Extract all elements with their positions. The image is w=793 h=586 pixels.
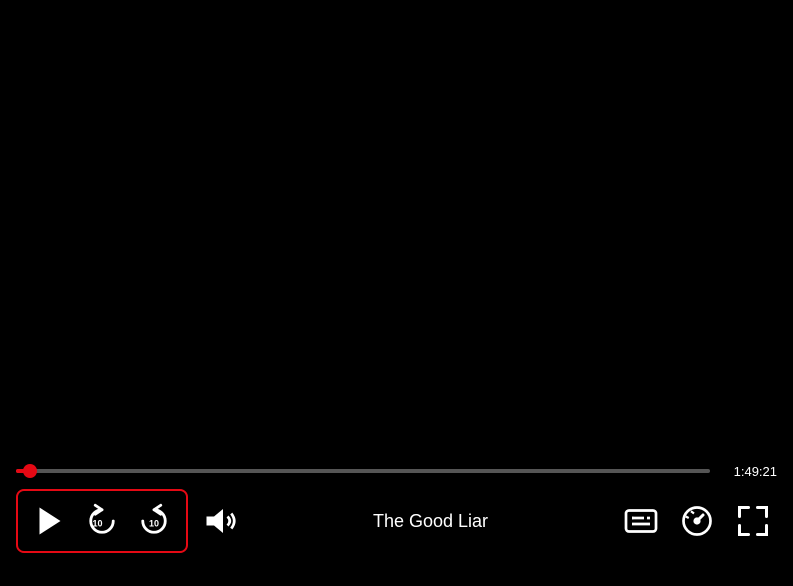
progress-container: 1:49:21 <box>0 456 793 486</box>
fullscreen-button[interactable] <box>729 497 777 545</box>
movie-title: The Good Liar <box>252 511 609 532</box>
play-icon <box>32 503 68 539</box>
rewind-button[interactable]: 10 <box>78 497 126 545</box>
subtitles-icon <box>623 503 659 539</box>
fullscreen-icon <box>735 503 771 539</box>
forward-icon: 10 <box>136 503 172 539</box>
speed-button[interactable] <box>673 497 721 545</box>
forward-button[interactable]: 10 <box>130 497 178 545</box>
svg-text:10: 10 <box>149 519 159 529</box>
video-area <box>0 0 793 456</box>
svg-text:10: 10 <box>92 519 102 529</box>
bottom-controls: 1:49:21 10 <box>0 456 793 586</box>
subtitles-button[interactable] <box>617 497 665 545</box>
controls-row: 10 10 The Good Liar <box>0 486 793 556</box>
highlight-group: 10 10 <box>16 489 188 553</box>
time-display: 1:49:21 <box>722 464 777 479</box>
play-button[interactable] <box>26 497 74 545</box>
volume-icon <box>202 503 238 539</box>
rewind-icon: 10 <box>84 503 120 539</box>
progress-thumb <box>23 464 37 478</box>
progress-bar[interactable] <box>16 469 710 473</box>
speed-icon <box>679 503 715 539</box>
right-controls <box>617 497 777 545</box>
volume-button[interactable] <box>196 497 244 545</box>
